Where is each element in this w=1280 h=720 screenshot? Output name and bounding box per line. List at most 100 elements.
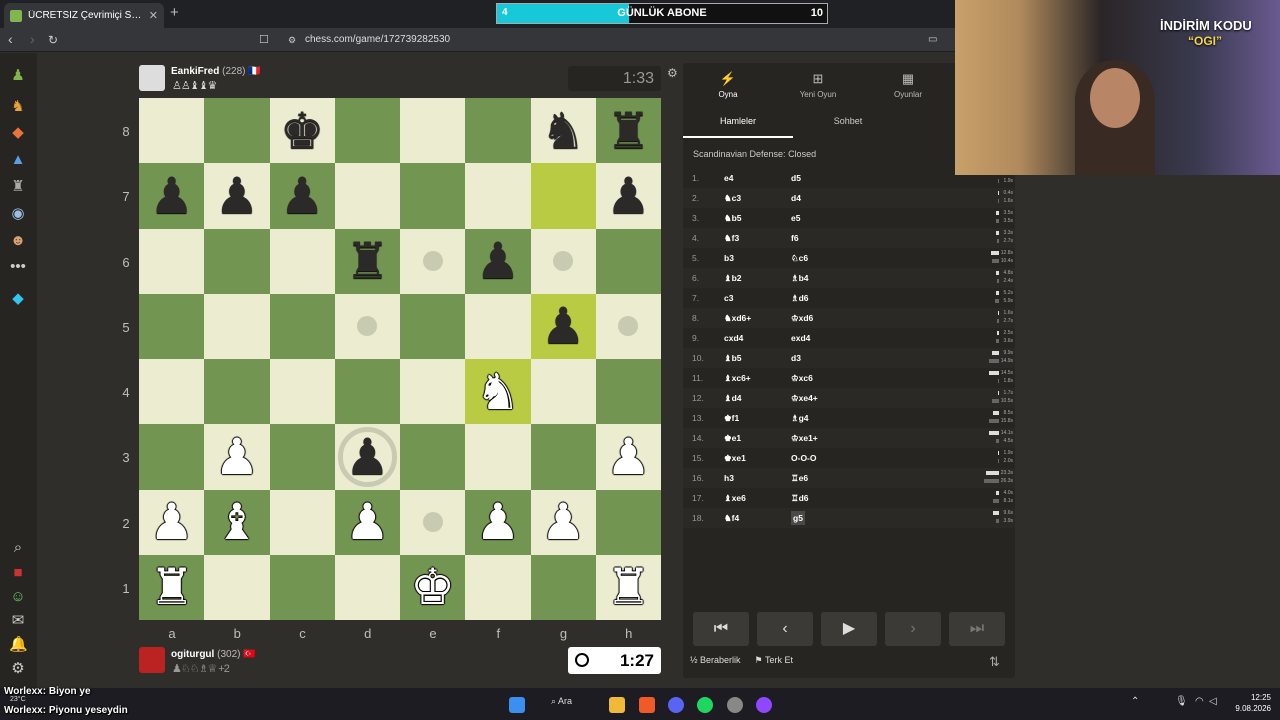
square-a8[interactable]: [139, 98, 205, 164]
offer-draw-button[interactable]: ½ Beraberlik: [690, 655, 741, 666]
white-pawn-f2[interactable]: ♟: [475, 497, 520, 547]
flip-board-icon[interactable]: ⇅: [989, 654, 1000, 670]
opponent-avatar[interactable]: [139, 65, 165, 91]
square-d4[interactable]: [334, 359, 400, 425]
watch-icon[interactable]: ♜: [9, 178, 27, 196]
square-a2[interactable]: ♟: [139, 489, 205, 555]
white-move[interactable]: b3: [724, 248, 734, 268]
square-g4[interactable]: [530, 359, 596, 425]
square-e5[interactable]: [400, 293, 466, 359]
first-move-button[interactable]: ⏮: [693, 612, 749, 646]
square-e2[interactable]: [400, 489, 466, 555]
square-h6[interactable]: [595, 228, 661, 294]
white-king-e1[interactable]: ♚: [410, 562, 455, 612]
black-move[interactable]: ♔xe1+: [791, 428, 818, 448]
white-bishop-b2[interactable]: ♝: [214, 497, 259, 547]
white-move[interactable]: ♚xe1: [724, 448, 746, 468]
white-move[interactable]: e4: [724, 168, 733, 188]
discord-icon[interactable]: [668, 697, 684, 713]
brave-browser-icon[interactable]: [639, 697, 655, 713]
tab-chat[interactable]: Sohbet: [793, 112, 903, 138]
square-b5[interactable]: [204, 293, 270, 359]
white-move[interactable]: ♝d4: [724, 388, 742, 408]
play-icon[interactable]: ♞: [9, 98, 27, 116]
square-d1[interactable]: [334, 554, 400, 620]
black-king-c8[interactable]: ♚: [280, 106, 325, 156]
black-pawn-c7[interactable]: ♟: [280, 171, 325, 221]
opponent-username[interactable]: EankiFred: [171, 66, 219, 77]
square-e1[interactable]: ♚: [400, 554, 466, 620]
square-c3[interactable]: [269, 424, 335, 490]
cast-icon[interactable]: ▭: [928, 34, 937, 45]
white-knight-f4[interactable]: ♞: [475, 367, 520, 417]
white-move[interactable]: c3: [724, 288, 733, 308]
square-c8[interactable]: ♚: [269, 98, 335, 164]
square-h1[interactable]: ♜: [595, 554, 661, 620]
square-h7[interactable]: ♟: [595, 163, 661, 229]
square-f6[interactable]: ♟: [465, 228, 531, 294]
white-move[interactable]: ♞b5: [724, 208, 742, 228]
white-move[interactable]: ♞c3: [724, 188, 741, 208]
white-rook-a1[interactable]: ♜: [149, 562, 194, 612]
black-move[interactable]: ♗d6: [791, 288, 809, 308]
square-c5[interactable]: [269, 293, 335, 359]
bookmark-icon[interactable]: ☐: [259, 33, 269, 46]
white-move[interactable]: ♞f4: [724, 508, 739, 528]
square-h8[interactable]: ♜: [595, 98, 661, 164]
square-e6[interactable]: [400, 228, 466, 294]
black-move[interactable]: d5: [791, 168, 801, 188]
square-f1[interactable]: [465, 554, 531, 620]
square-f8[interactable]: [465, 98, 531, 164]
tray-chevron-icon[interactable]: ⌃: [1131, 696, 1139, 707]
white-move[interactable]: ♝xe6: [724, 488, 746, 508]
messages-icon[interactable]: ✉: [9, 612, 27, 630]
black-pawn-a7[interactable]: ♟: [149, 171, 194, 221]
black-rook-d6[interactable]: ♜: [345, 236, 390, 286]
spotify-icon[interactable]: [697, 697, 713, 713]
square-g3[interactable]: [530, 424, 596, 490]
square-c1[interactable]: [269, 554, 335, 620]
square-d2[interactable]: ♟: [334, 489, 400, 555]
square-a1[interactable]: ♜: [139, 554, 205, 620]
black-move[interactable]: ♗g4: [791, 408, 809, 428]
black-move[interactable]: ♔xd6: [791, 308, 813, 328]
black-move[interactable]: O-O-O: [791, 448, 817, 468]
black-move[interactable]: e5: [791, 208, 800, 228]
white-move[interactable]: ♞f3: [724, 228, 739, 248]
white-move[interactable]: ♝b2: [724, 268, 742, 288]
back-icon[interactable]: ‹: [8, 31, 13, 47]
news-icon[interactable]: ◉: [9, 205, 27, 223]
learn-icon[interactable]: ▲: [9, 151, 27, 169]
windows-start-icon[interactable]: [509, 697, 525, 713]
player-name[interactable]: ogiturgul (302) 🇹🇷: [171, 649, 256, 660]
square-g8[interactable]: ♞: [530, 98, 596, 164]
black-move[interactable]: ♘c6: [791, 248, 808, 268]
white-rook-h1[interactable]: ♜: [606, 562, 651, 612]
next-move-button[interactable]: ›: [885, 612, 941, 646]
square-d5[interactable]: [334, 293, 400, 359]
black-pawn-f6[interactable]: ♟: [475, 236, 520, 286]
square-h4[interactable]: [595, 359, 661, 425]
square-b7[interactable]: ♟: [204, 163, 270, 229]
friends-icon[interactable]: ☺: [9, 588, 27, 606]
puzzles-icon[interactable]: ◆: [9, 124, 27, 142]
white-move[interactable]: ♚e1: [724, 428, 741, 448]
square-e4[interactable]: [400, 359, 466, 425]
square-c6[interactable]: [269, 228, 335, 294]
square-f5[interactable]: [465, 293, 531, 359]
chess-logo-icon[interactable]: ♟: [9, 67, 27, 85]
square-e8[interactable]: [400, 98, 466, 164]
black-move[interactable]: d3: [791, 348, 801, 368]
notifications-icon[interactable]: 🔔: [9, 636, 28, 654]
black-move[interactable]: ♔xe4+: [791, 388, 818, 408]
white-pawn-b3[interactable]: ♟: [214, 432, 259, 482]
black-move[interactable]: f6: [791, 228, 799, 248]
square-f3[interactable]: [465, 424, 531, 490]
square-c2[interactable]: [269, 489, 335, 555]
volume-icon[interactable]: ◁: [1209, 696, 1217, 707]
square-g2[interactable]: ♟: [530, 489, 596, 555]
previous-move-button[interactable]: ‹: [757, 612, 813, 646]
player-username[interactable]: ogiturgul: [171, 649, 214, 660]
square-d8[interactable]: [334, 98, 400, 164]
reload-icon[interactable]: ↻: [48, 33, 58, 47]
